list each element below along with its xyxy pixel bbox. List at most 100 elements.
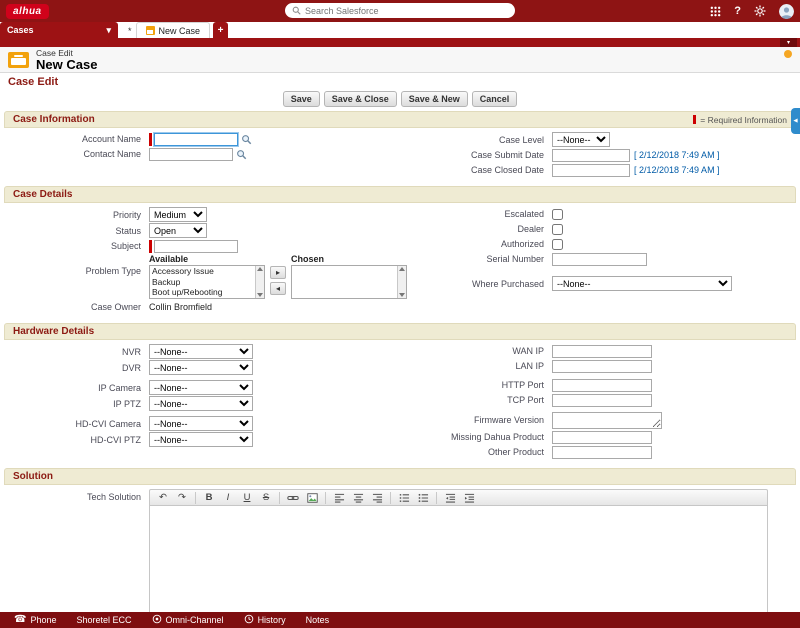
tab-new-case-label: New Case	[159, 26, 201, 36]
case-closed-date-input[interactable]	[552, 164, 630, 177]
page-title: New Case	[36, 58, 97, 72]
align-center-icon[interactable]	[349, 491, 367, 505]
contact-lookup-icon[interactable]	[236, 149, 247, 160]
footer-item-phone[interactable]: ☎ Phone	[4, 612, 67, 628]
save-and-close-button[interactable]: Save & Close	[324, 91, 397, 107]
nvr-select[interactable]: --None--	[149, 344, 253, 359]
search-input[interactable]	[305, 6, 508, 16]
contact-name-input[interactable]	[149, 148, 233, 161]
account-name-input[interactable]	[154, 133, 238, 146]
console-menu-caret[interactable]: ▾	[780, 38, 797, 47]
subject-input[interactable]	[154, 240, 238, 253]
escalated-checkbox[interactable]	[552, 209, 563, 220]
footer-item-omni-channel[interactable]: Omni-Channel	[142, 612, 234, 628]
add-option-button[interactable]: ▸	[270, 266, 286, 279]
other-product-input[interactable]	[552, 446, 652, 459]
ip-ptz-select[interactable]: --None--	[149, 396, 253, 411]
dealer-checkbox[interactable]	[552, 224, 563, 235]
status-select[interactable]: Open	[149, 223, 207, 238]
scroll-up-icon[interactable]	[257, 267, 263, 271]
scroll-down-icon[interactable]	[257, 293, 263, 297]
hdcvi-ptz-select[interactable]: --None--	[149, 432, 253, 447]
wan-ip-label: WAN IP	[400, 346, 552, 356]
section-case-details: Case Details Priority Medium Status Open	[4, 186, 796, 320]
scrollbar[interactable]	[255, 266, 264, 298]
dahua-logo[interactable]: alhua	[6, 4, 49, 19]
tab-cases-label: Cases	[7, 25, 34, 35]
problem-type-option[interactable]: Accessory Issue	[150, 266, 255, 277]
section-hardware-details: Hardware Details NVR --None-- DVR --None…	[4, 323, 796, 465]
case-submit-date-input[interactable]	[552, 149, 630, 162]
link-icon[interactable]	[284, 491, 302, 505]
problem-type-chosen-list[interactable]	[291, 265, 407, 299]
remove-option-button[interactable]: ◂	[270, 282, 286, 295]
ip-camera-label: IP Camera	[4, 383, 149, 393]
outdent-icon[interactable]	[441, 491, 459, 505]
user-avatar[interactable]	[779, 4, 794, 19]
footer-item-notes[interactable]: Notes	[296, 612, 340, 628]
save-button[interactable]: Save	[283, 91, 320, 107]
problem-type-available-list[interactable]: Accessory Issue Backup Boot up/Rebooting	[149, 265, 265, 299]
help-icon[interactable]: ?	[734, 5, 741, 17]
history-clock-icon	[244, 614, 254, 626]
unordered-list-icon[interactable]	[414, 491, 432, 505]
global-search-box[interactable]	[285, 3, 515, 18]
align-left-icon[interactable]	[330, 491, 348, 505]
case-submit-date-now-link[interactable]: [ 2/12/2018 7:49 AM ]	[634, 150, 720, 160]
redo-icon[interactable]: ↷	[173, 491, 191, 505]
tab-cases[interactable]: Cases ▾	[0, 22, 118, 38]
align-right-icon[interactable]	[368, 491, 386, 505]
subject-label: Subject	[4, 241, 149, 251]
sidebar-collapse-handle[interactable]: ◀	[791, 108, 800, 134]
tcp-port-input[interactable]	[552, 394, 652, 407]
dvr-select[interactable]: --None--	[149, 360, 253, 375]
underline-icon[interactable]: U	[238, 491, 256, 505]
priority-select[interactable]: Medium	[149, 207, 207, 222]
footer-item-shoretel-ecc[interactable]: Shoretel ECC	[67, 612, 142, 628]
tab-new-case[interactable]: New Case	[136, 22, 211, 38]
lan-ip-input[interactable]	[552, 360, 652, 373]
settings-gear-icon[interactable]	[754, 5, 766, 17]
top-navigation-bar: alhua ?	[0, 0, 800, 22]
problem-type-option[interactable]: Backup	[150, 277, 255, 288]
bold-icon[interactable]: B	[200, 491, 218, 505]
utility-footer-bar: ☎ Phone Shoretel ECC Omni-Channel Histor…	[0, 612, 800, 628]
account-lookup-icon[interactable]	[241, 134, 252, 145]
case-closed-date-now-link[interactable]: [ 2/12/2018 7:49 AM ]	[634, 165, 720, 175]
top-button-row: Save Save & Close Save & New Cancel	[0, 89, 800, 111]
http-port-input[interactable]	[552, 379, 652, 392]
page-help-icon[interactable]	[784, 50, 792, 58]
toolbar-divider	[436, 492, 437, 504]
case-level-select[interactable]: --None--	[552, 132, 610, 147]
http-port-label: HTTP Port	[400, 380, 552, 390]
ip-camera-select[interactable]: --None--	[149, 380, 253, 395]
escalated-label: Escalated	[400, 209, 552, 219]
problem-type-multiselect: Available Accessory Issue Backup Boot up…	[149, 254, 407, 299]
strikethrough-icon[interactable]: S	[257, 491, 275, 505]
other-product-label: Other Product	[400, 447, 552, 457]
footer-item-history[interactable]: History	[234, 612, 296, 628]
where-purchased-select[interactable]: --None--	[552, 276, 732, 291]
chevron-down-icon[interactable]: ▾	[106, 25, 111, 36]
new-tab-button[interactable]: +	[213, 22, 228, 38]
problem-type-option[interactable]: Boot up/Rebooting	[150, 287, 255, 298]
undo-icon[interactable]: ↶	[154, 491, 172, 505]
cancel-button[interactable]: Cancel	[472, 91, 518, 107]
toolbar-divider	[279, 492, 280, 504]
chosen-list-label: Chosen	[291, 254, 407, 264]
case-submit-date-label: Case Submit Date	[400, 150, 552, 160]
hdcvi-camera-select[interactable]: --None--	[149, 416, 253, 431]
image-icon[interactable]	[303, 491, 321, 505]
indent-icon[interactable]	[460, 491, 478, 505]
missing-dahua-product-input[interactable]	[552, 431, 652, 444]
authorized-checkbox[interactable]	[552, 239, 563, 250]
app-launcher-icon[interactable]	[710, 6, 721, 17]
save-and-new-button[interactable]: Save & New	[401, 91, 468, 107]
ordered-list-icon[interactable]	[395, 491, 413, 505]
firmware-version-input[interactable]	[552, 412, 662, 429]
tech-solution-editor[interactable]	[149, 506, 768, 628]
italic-icon[interactable]: I	[219, 491, 237, 505]
wan-ip-input[interactable]	[552, 345, 652, 358]
ip-ptz-label: IP PTZ	[4, 399, 149, 409]
serial-number-input[interactable]	[552, 253, 647, 266]
